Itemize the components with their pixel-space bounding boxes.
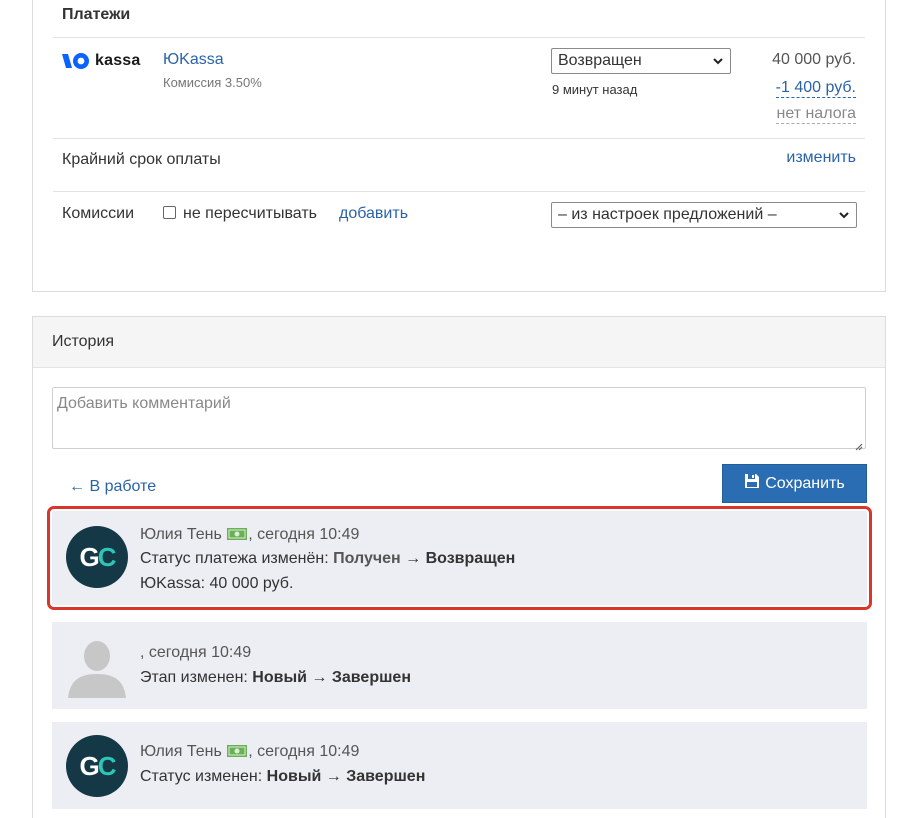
save-button[interactable]: Сохранить xyxy=(722,464,867,503)
chevron-down-icon xyxy=(838,209,850,221)
money-icon xyxy=(227,527,248,540)
chevron-down-icon xyxy=(712,55,724,67)
floppy-icon xyxy=(744,473,760,494)
provider-commission: Комиссия 3.50% xyxy=(163,75,262,90)
provider-link[interactable]: ЮKassa xyxy=(163,51,224,69)
no-recalculate-checkbox[interactable] xyxy=(163,206,176,219)
entry-action: Статус изменен: Новый → Завершен xyxy=(140,768,426,785)
history-entry: GC Юлия Тень , сегодня 10:49 Статус изме… xyxy=(52,722,867,809)
payment-time-ago: 9 минут назад xyxy=(552,82,638,97)
comment-placeholder: Добавить комментарий xyxy=(57,395,231,412)
deadline-change-link[interactable]: изменить xyxy=(786,149,856,167)
payments-panel: Платежи kassa ЮKassa Комиссия 3.50% Возв… xyxy=(32,0,886,292)
payment-status-value: Возвращен xyxy=(558,52,642,69)
history-entry: GC Юлия Тень , сегодня 10:49 Статус плат… xyxy=(47,506,872,610)
no-recalculate-label[interactable]: не пересчитывать xyxy=(183,205,317,223)
money-icon xyxy=(227,744,248,757)
payment-tax-link[interactable]: нет налога xyxy=(776,104,856,124)
yookassa-logo-icon xyxy=(62,52,90,70)
entry-time: , сегодня 10:49 xyxy=(248,743,360,760)
entry-detail: ЮKassa: 40 000 руб. xyxy=(140,575,294,592)
comment-textarea[interactable]: Добавить комментарий xyxy=(52,387,866,451)
history-header: История xyxy=(33,317,885,368)
divider xyxy=(53,191,865,192)
resize-handle-icon[interactable] xyxy=(855,438,863,451)
avatar: GC xyxy=(66,526,128,588)
entry-author: Юлия Тень xyxy=(140,743,222,760)
payment-status-select[interactable]: Возвращен xyxy=(551,48,731,74)
divider xyxy=(53,138,865,139)
entry-author: Юлия Тень xyxy=(140,526,222,543)
history-title: История xyxy=(52,333,115,350)
yookassa-logo: kassa xyxy=(62,52,141,70)
payments-title: Платежи xyxy=(62,6,131,23)
add-commission-link[interactable]: добавить xyxy=(339,205,408,223)
deadline-label: Крайний срок оплаты xyxy=(62,151,221,168)
entry-author-line: Юлия Тень , сегодня 10:49 xyxy=(140,743,359,761)
entry-time: , сегодня 10:49 xyxy=(140,644,252,661)
user-placeholder-icon xyxy=(66,636,128,698)
back-to-work-link[interactable]: ← В работе xyxy=(69,478,156,496)
history-panel: История Добавить комментарий ← В работе … xyxy=(32,316,886,818)
payment-amount: 40 000 руб. xyxy=(772,51,856,68)
avatar: GC xyxy=(66,735,128,797)
commissions-label: Комиссии xyxy=(62,205,135,222)
commission-source-value: – из настроек предложений – xyxy=(558,206,777,223)
save-button-label: Сохранить xyxy=(765,474,845,492)
divider xyxy=(53,37,865,38)
history-entry: , сегодня 10:49 Этап изменен: Новый → За… xyxy=(52,622,867,709)
entry-author-line: Юлия Тень , сегодня 10:49 xyxy=(140,526,359,544)
entry-action: Этап изменен: Новый → Завершен xyxy=(140,669,411,686)
yookassa-logo-text: kassa xyxy=(95,52,141,69)
entry-author-line: , сегодня 10:49 xyxy=(140,644,251,662)
entry-action: Статус платежа изменён: Получен → Возвра… xyxy=(140,550,516,567)
entry-time: , сегодня 10:49 xyxy=(248,526,360,543)
payment-fee-link[interactable]: -1 400 руб. xyxy=(775,79,856,98)
commission-source-select[interactable]: – из настроек предложений – xyxy=(551,202,857,228)
